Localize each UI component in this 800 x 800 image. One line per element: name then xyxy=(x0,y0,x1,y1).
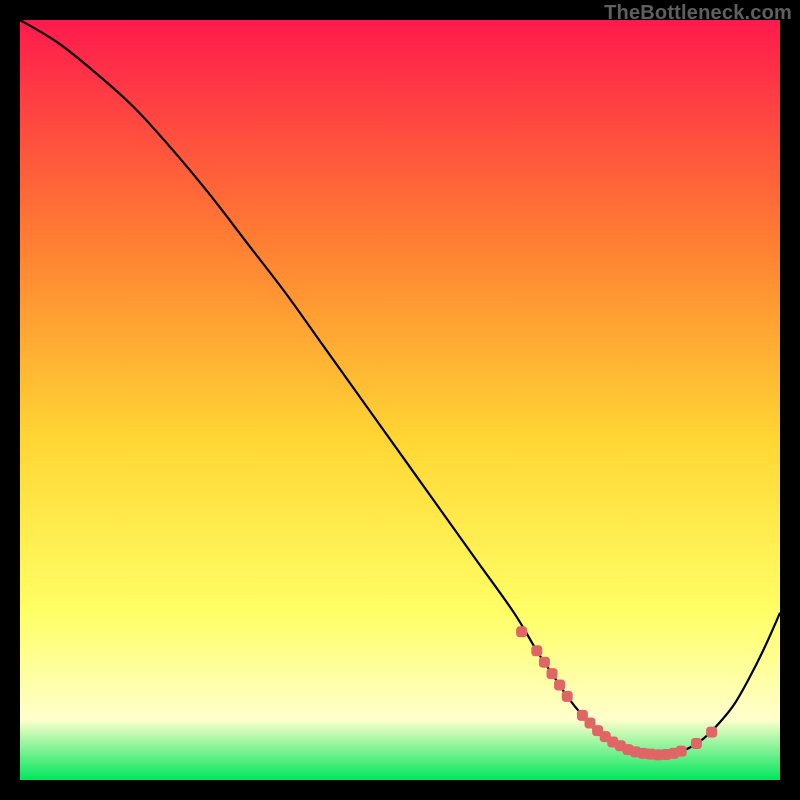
chart-svg xyxy=(20,20,780,780)
marker-point xyxy=(676,746,686,756)
plot-area xyxy=(20,20,780,780)
marker-point xyxy=(707,727,717,737)
marker-point xyxy=(547,669,557,679)
marker-point xyxy=(691,739,701,749)
marker-point xyxy=(539,657,549,667)
chart-container: TheBottleneck.com xyxy=(0,0,800,800)
marker-point xyxy=(532,646,542,656)
marker-point xyxy=(562,691,572,701)
marker-point xyxy=(517,627,527,637)
marker-point xyxy=(555,680,565,690)
gradient-background xyxy=(20,20,780,780)
